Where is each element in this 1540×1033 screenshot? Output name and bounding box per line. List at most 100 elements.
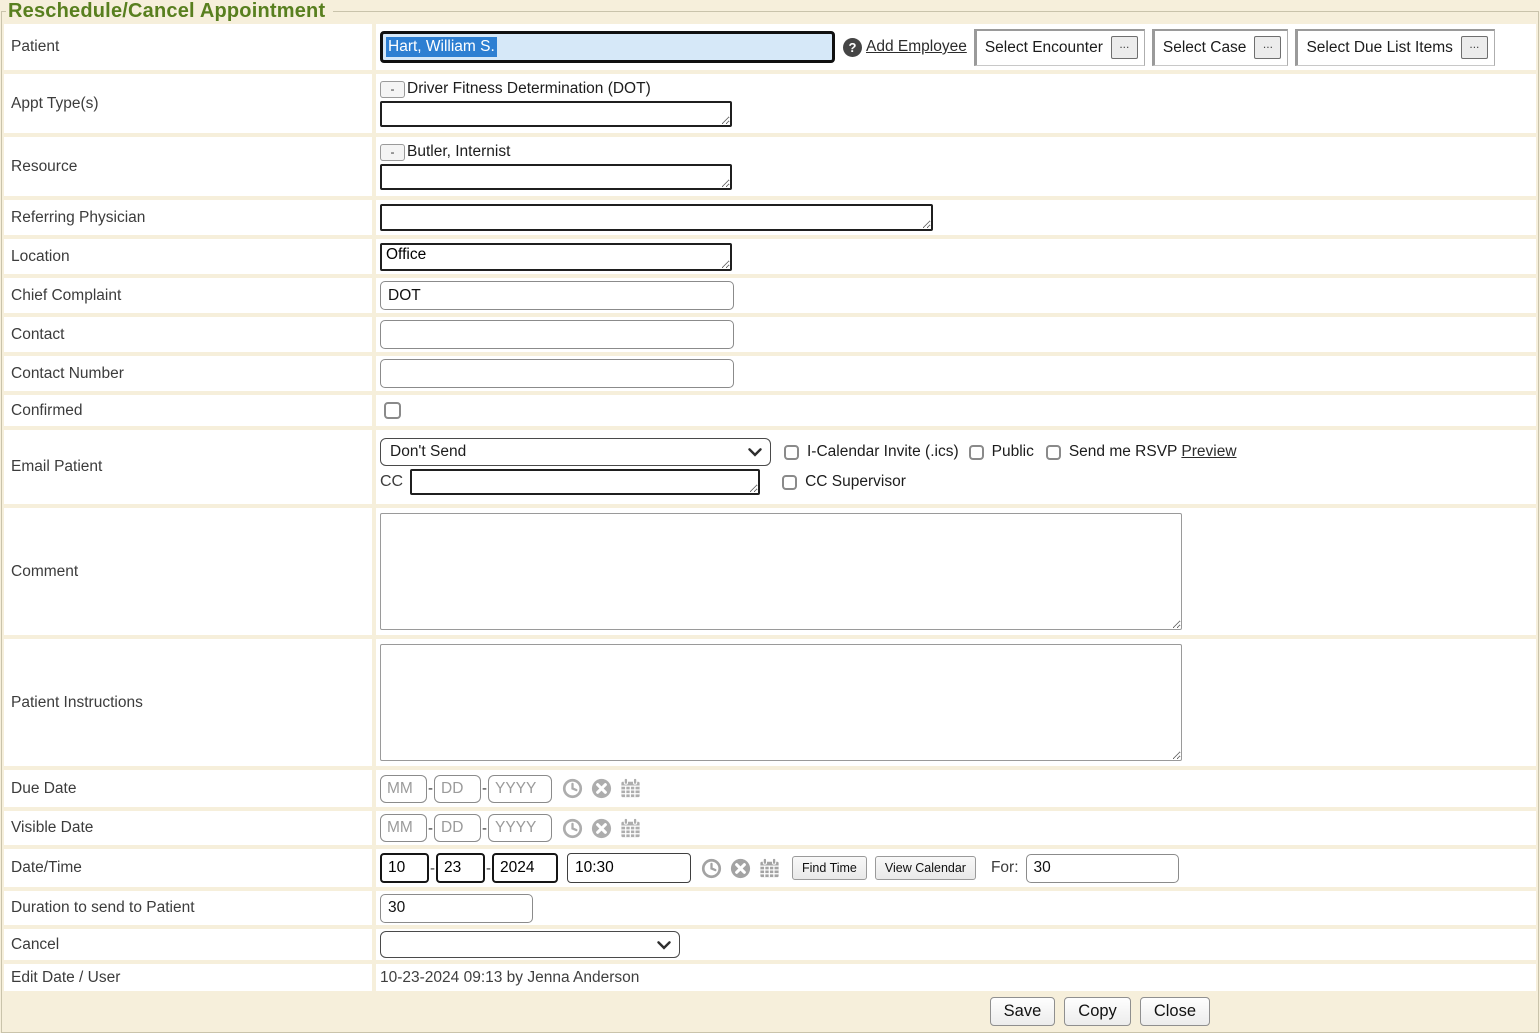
view-calendar-button[interactable]: View Calendar <box>875 856 976 880</box>
date-separator: - <box>486 860 491 877</box>
help-icon[interactable]: ? <box>843 38 862 57</box>
date-time-time-input[interactable] <box>567 853 691 883</box>
comment-input[interactable] <box>380 513 1182 630</box>
due-date-year-input[interactable] <box>488 775 552 803</box>
clock-icon[interactable] <box>700 857 723 880</box>
calendar-icon[interactable] <box>619 777 642 800</box>
referring-physician-label: Referring Physician <box>4 200 372 235</box>
edit-date-user-value: 10-23-2024 09:13 by Jenna Anderson <box>380 969 639 987</box>
duration-label: Duration to send to Patient <box>4 891 372 925</box>
referring-physician-input[interactable] <box>380 204 933 231</box>
date-separator: - <box>428 780 433 797</box>
ical-invite-label: I-Calendar Invite (.ics) <box>807 443 959 461</box>
visible-date-year-input[interactable] <box>488 814 552 842</box>
send-me-rsvp-checkbox[interactable] <box>1046 445 1061 460</box>
comment-label: Comment <box>4 508 372 635</box>
remove-appt-type-button[interactable]: - <box>380 81 405 98</box>
select-case-box: Select Case ... <box>1152 29 1289 66</box>
patient-input[interactable]: Hart, William S. <box>380 31 835 63</box>
resource-search-input[interactable] <box>380 164 732 190</box>
visible-date-month-input[interactable] <box>380 814 427 842</box>
cancel-field <box>376 929 1536 960</box>
chevron-down-icon <box>657 936 671 954</box>
due-date-month-input[interactable] <box>380 775 427 803</box>
select-due-list-ellipsis-button[interactable]: ... <box>1461 36 1488 59</box>
public-label: Public <box>992 443 1034 461</box>
clear-icon[interactable] <box>590 817 613 840</box>
copy-button[interactable]: Copy <box>1064 997 1131 1026</box>
date-time-day-input[interactable] <box>436 853 485 883</box>
contact-number-input[interactable] <box>380 359 734 388</box>
due-date-field: - - <box>376 770 1536 807</box>
select-due-list-box: Select Due List Items ... <box>1295 29 1494 66</box>
clock-icon[interactable] <box>561 777 584 800</box>
referring-physician-field <box>376 200 1536 235</box>
resource-selected-text: Butler, Internist <box>407 143 510 161</box>
patient-instructions-input[interactable] <box>380 644 1182 761</box>
find-time-button[interactable]: Find Time <box>792 856 867 880</box>
patient-field: Hart, William S. ? Add Employee Select E… <box>376 24 1536 70</box>
save-button[interactable]: Save <box>990 997 1056 1026</box>
select-case-label: Select Case <box>1163 39 1247 57</box>
cc-supervisor-checkbox[interactable] <box>782 475 797 490</box>
cancel-label: Cancel <box>4 929 372 960</box>
date-time-month-input[interactable] <box>380 853 429 883</box>
due-date-label: Due Date <box>4 770 372 807</box>
visible-date-field: - - <box>376 811 1536 845</box>
date-separator: - <box>430 860 435 877</box>
duration-field <box>376 891 1536 925</box>
clear-icon[interactable] <box>590 777 613 800</box>
select-encounter-box: Select Encounter ... <box>974 29 1145 66</box>
visible-date-label: Visible Date <box>4 811 372 845</box>
select-case-ellipsis-button[interactable]: ... <box>1254 36 1281 59</box>
calendar-icon[interactable] <box>758 857 781 880</box>
confirmed-label: Confirmed <box>4 395 372 426</box>
calendar-icon[interactable] <box>619 817 642 840</box>
patient-label: Patient <box>4 24 372 70</box>
for-duration-input[interactable] <box>1026 854 1179 883</box>
date-separator: - <box>428 820 433 837</box>
date-time-year-input[interactable] <box>492 853 558 883</box>
email-send-select[interactable]: Don't Send <box>380 438 771 466</box>
confirmed-field <box>376 395 1536 426</box>
footer-actions: Save Copy Close <box>4 991 1536 1026</box>
reschedule-cancel-form: Reschedule/Cancel Appointment Patient Ha… <box>1 0 1539 1033</box>
select-encounter-label: Select Encounter <box>985 39 1103 57</box>
clock-icon[interactable] <box>561 817 584 840</box>
location-input[interactable]: Office <box>380 243 732 271</box>
confirmed-checkbox[interactable] <box>384 402 401 419</box>
date-time-label: Date/Time <box>4 849 372 887</box>
public-checkbox[interactable] <box>969 445 984 460</box>
edit-date-user-field: 10-23-2024 09:13 by Jenna Anderson <box>376 964 1536 991</box>
date-separator: - <box>482 780 487 797</box>
contact-number-field <box>376 356 1536 391</box>
location-label: Location <box>4 239 372 274</box>
preview-link[interactable]: Preview <box>1181 443 1236 461</box>
appt-type-search-input[interactable] <box>380 101 732 127</box>
add-employee-link[interactable]: Add Employee <box>866 38 967 56</box>
contact-label: Contact <box>4 317 372 352</box>
select-encounter-ellipsis-button[interactable]: ... <box>1111 36 1138 59</box>
patient-instructions-field <box>376 639 1536 766</box>
duration-input[interactable] <box>380 894 533 923</box>
resource-label: Resource <box>4 137 372 196</box>
send-me-rsvp-label: Send me RSVP <box>1069 443 1178 461</box>
clear-icon[interactable] <box>729 857 752 880</box>
cc-input[interactable] <box>410 469 760 495</box>
cancel-reason-select[interactable] <box>380 931 680 958</box>
resource-field: - Butler, Internist <box>376 137 1536 196</box>
chief-complaint-field <box>376 278 1536 313</box>
due-date-day-input[interactable] <box>434 775 481 803</box>
cc-label: CC <box>380 473 403 491</box>
remove-resource-button[interactable]: - <box>380 144 405 161</box>
patient-input-selected-text: Hart, William S. <box>386 37 497 57</box>
select-due-list-label: Select Due List Items <box>1306 39 1452 57</box>
form-grid: Patient Hart, William S. ? Add Employee … <box>4 24 1536 991</box>
cc-supervisor-label: CC Supervisor <box>805 473 906 491</box>
close-button[interactable]: Close <box>1140 997 1210 1026</box>
contact-input[interactable] <box>380 320 734 349</box>
chief-complaint-label: Chief Complaint <box>4 278 372 313</box>
chief-complaint-input[interactable] <box>380 281 734 310</box>
visible-date-day-input[interactable] <box>434 814 481 842</box>
ical-invite-checkbox[interactable] <box>784 445 799 460</box>
